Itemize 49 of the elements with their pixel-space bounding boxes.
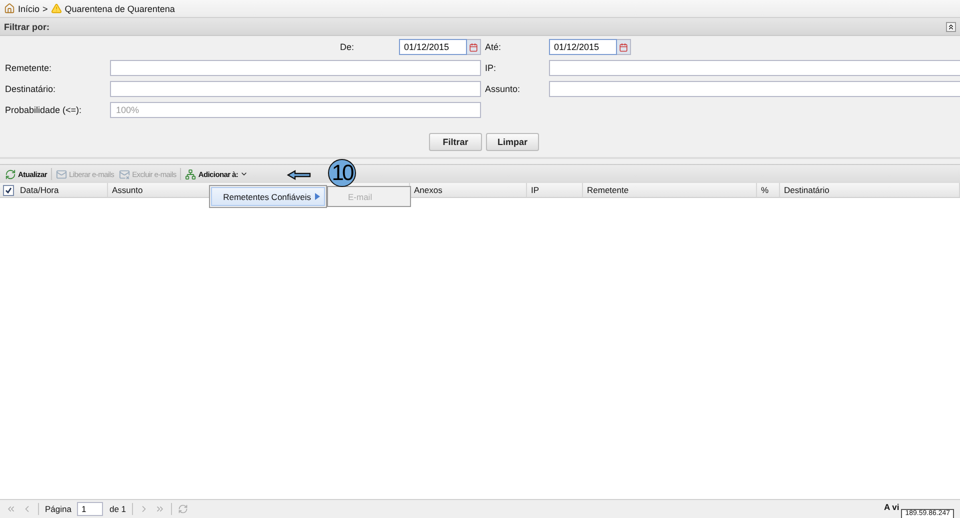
text-field[interactable] <box>110 60 481 76</box>
page-field[interactable]: 1 <box>77 502 104 516</box>
field-label: Remetente: <box>5 62 53 75</box>
breadcrumb-link[interactable]: Início <box>18 4 40 14</box>
hierarchy-icon <box>185 168 196 180</box>
form-button[interactable]: Filtrar <box>429 133 482 151</box>
column-header[interactable]: IP <box>527 183 583 197</box>
field-label: IP: <box>485 62 498 75</box>
last-page-button[interactable] <box>155 504 166 514</box>
field-label: Assunto: <box>485 83 522 96</box>
text-field[interactable] <box>549 81 960 97</box>
first-page-button[interactable] <box>6 504 16 514</box>
refresh-icon <box>5 168 16 180</box>
envelope-delete-icon <box>119 168 130 180</box>
column-header[interactable]: % <box>757 183 780 197</box>
text-field[interactable] <box>110 81 481 97</box>
field-label: Probabilidade (<=): <box>5 104 83 117</box>
calendar-icon[interactable] <box>469 42 478 52</box>
column-header[interactable]: Remetente <box>583 183 757 197</box>
refresh-button[interactable] <box>178 504 188 514</box>
breadcrumb-link[interactable]: Quarentena de Quarentena <box>64 4 175 14</box>
paging-status: A vi <box>884 501 900 512</box>
calendar-icon[interactable] <box>619 42 628 52</box>
column-header[interactable]: Destinatário <box>780 183 960 197</box>
form-button[interactable]: Limpar <box>486 133 539 151</box>
select-all-checkbox[interactable] <box>3 184 14 196</box>
date-field[interactable]: 01/12/2015 <box>399 39 467 55</box>
collapse-button[interactable] <box>946 22 956 32</box>
calendar-button[interactable] <box>617 39 631 55</box>
home-icon <box>4 3 15 14</box>
date-field[interactable]: 01/12/2015 <box>549 39 617 55</box>
field-label: Até: <box>485 41 502 54</box>
column-header[interactable]: Data/Hora <box>16 183 108 197</box>
text-field[interactable] <box>549 60 960 76</box>
field-label: De: <box>340 41 354 54</box>
text-field[interactable]: 100% <box>110 102 481 118</box>
submenu-arrow-icon <box>315 193 320 200</box>
panel-title: Filtrar por: <box>4 22 50 32</box>
caret-icon <box>240 170 248 178</box>
field-label: Destinatário: <box>5 83 57 96</box>
collapse-icon <box>947 22 955 30</box>
left-arrow-icon <box>287 170 312 180</box>
breadcrumb-separator: > <box>42 4 48 14</box>
warning-icon <box>50 3 62 14</box>
calendar-button[interactable] <box>467 39 481 55</box>
page-label: Página <box>45 504 72 514</box>
menu-item[interactable]: Remetentes Confiáveis <box>211 187 325 206</box>
envelope-icon <box>56 168 67 180</box>
page-count: de 1 <box>109 504 126 514</box>
